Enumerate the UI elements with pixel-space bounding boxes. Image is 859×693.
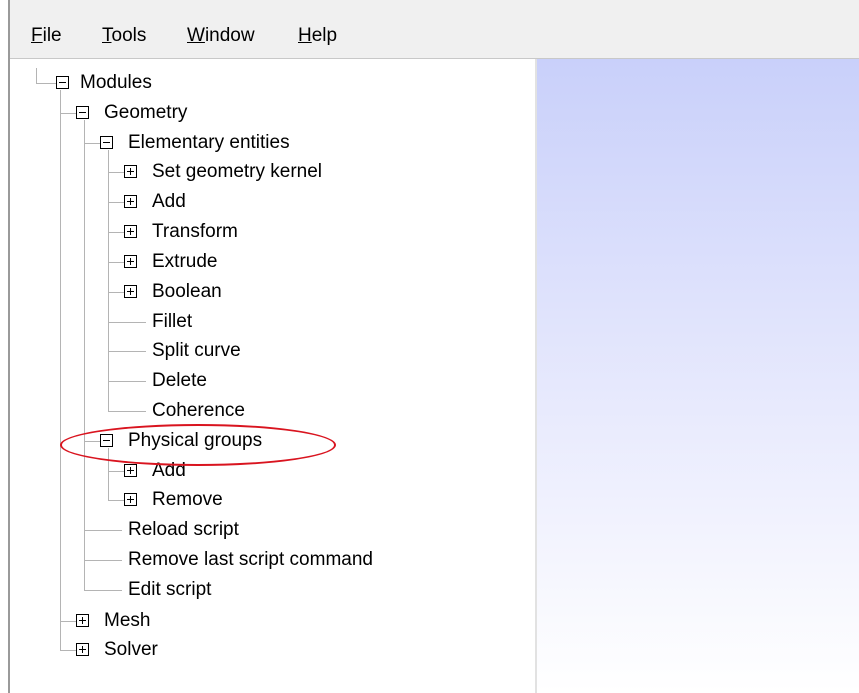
- tree-connector: [108, 292, 124, 293]
- collapse-toggle-icon[interactable]: [100, 434, 113, 447]
- tree-connector: [108, 500, 124, 501]
- tree-connector: [108, 262, 124, 263]
- tree-item-transform[interactable]: Transform: [152, 217, 238, 247]
- tree-item-physical-add[interactable]: Add: [152, 456, 186, 486]
- expand-toggle-icon[interactable]: [76, 643, 89, 656]
- tree-item-physical-remove[interactable]: Remove: [152, 485, 223, 515]
- tree-connector: [84, 560, 122, 561]
- menu-file[interactable]: File: [31, 24, 62, 48]
- menu-window[interactable]: Window: [187, 24, 255, 48]
- tree-item-edit-script[interactable]: Edit script: [128, 575, 211, 605]
- graphics-view[interactable]: [537, 59, 859, 693]
- tree-connector: [84, 120, 85, 590]
- collapse-toggle-icon[interactable]: [56, 76, 69, 89]
- menu-help-mnemonic: H: [298, 25, 312, 46]
- tree-item-modules[interactable]: Modules: [80, 68, 152, 98]
- tree-connector: [108, 202, 124, 203]
- expand-toggle-icon[interactable]: [124, 195, 137, 208]
- tree-item-add[interactable]: Add: [152, 187, 186, 217]
- tree-connector: [108, 322, 146, 323]
- tree-item-boolean[interactable]: Boolean: [152, 277, 222, 307]
- menu-file-mnemonic: F: [31, 25, 43, 46]
- tree-item-elementary-entities[interactable]: Elementary entities: [128, 128, 290, 158]
- menu-window-label: indow: [204, 25, 255, 46]
- tree-item-coherence[interactable]: Coherence: [152, 396, 245, 426]
- tree-connector: [108, 172, 124, 173]
- tree-connector: [60, 650, 76, 651]
- tree-item-fillet[interactable]: Fillet: [152, 307, 192, 337]
- tree-connector: [108, 411, 146, 412]
- tree-item-extrude[interactable]: Extrude: [152, 247, 217, 277]
- tree-item-set-geometry-kernel[interactable]: Set geometry kernel: [152, 157, 322, 187]
- collapse-toggle-icon[interactable]: [76, 106, 89, 119]
- tree-connector: [108, 232, 124, 233]
- menu-help-label: elp: [311, 25, 338, 46]
- expand-toggle-icon[interactable]: [124, 285, 137, 298]
- expand-toggle-icon[interactable]: [124, 493, 137, 506]
- tree-connector: [36, 68, 37, 84]
- tree-connector: [108, 381, 146, 382]
- tree-connector: [60, 90, 61, 650]
- collapse-toggle-icon[interactable]: [100, 136, 113, 149]
- expand-toggle-icon[interactable]: [124, 255, 137, 268]
- tree-item-delete[interactable]: Delete: [152, 366, 207, 396]
- tree-connector: [60, 621, 76, 622]
- menu-tools-label: ools: [111, 25, 147, 46]
- menu-window-mnemonic: W: [187, 25, 205, 46]
- tree-item-geometry[interactable]: Geometry: [104, 98, 187, 128]
- menu-help[interactable]: Help: [298, 24, 337, 48]
- tree-item-split-curve[interactable]: Split curve: [152, 336, 241, 366]
- tree-item-physical-groups[interactable]: Physical groups: [128, 426, 262, 456]
- tree-connector: [84, 143, 100, 144]
- menu-bar: File Tools Window Help: [10, 0, 859, 58]
- tree-connector: [108, 471, 124, 472]
- tree-connector: [108, 150, 109, 411]
- expand-toggle-icon[interactable]: [124, 225, 137, 238]
- tree-item-mesh[interactable]: Mesh: [104, 606, 150, 636]
- tree-connector: [108, 351, 146, 352]
- tree-connector: [60, 113, 76, 114]
- menu-tools[interactable]: Tools: [102, 24, 146, 48]
- tree-connector: [36, 83, 56, 84]
- expand-toggle-icon[interactable]: [124, 464, 137, 477]
- tree-item-remove-last-script-command[interactable]: Remove last script command: [128, 545, 373, 575]
- expand-toggle-icon[interactable]: [124, 165, 137, 178]
- tree-item-reload-script[interactable]: Reload script: [128, 515, 239, 545]
- tree-connector: [108, 448, 109, 500]
- menu-tools-mnemonic: T: [102, 25, 112, 46]
- tree-connector: [84, 441, 100, 442]
- tree-item-solver[interactable]: Solver: [104, 635, 158, 665]
- tree-connector: [84, 530, 122, 531]
- menu-file-label: ile: [42, 25, 62, 46]
- expand-toggle-icon[interactable]: [76, 614, 89, 627]
- tree-connector: [84, 590, 122, 591]
